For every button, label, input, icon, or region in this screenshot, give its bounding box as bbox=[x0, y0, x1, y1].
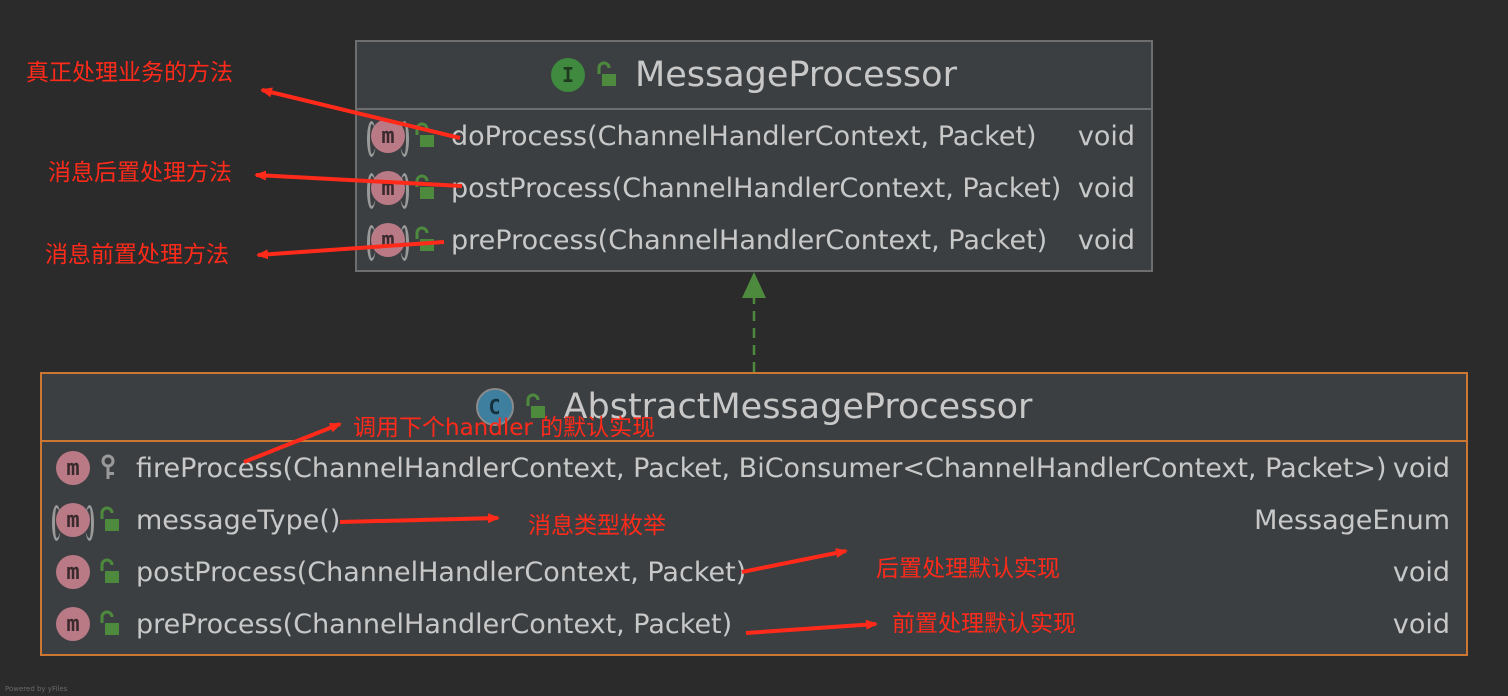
method-icon: m bbox=[56, 451, 90, 485]
interface-box-message-processor[interactable]: I MessageProcessor m doProcess(ChannelHa… bbox=[355, 40, 1153, 272]
annotation-post-process: 消息后置处理方法 bbox=[48, 160, 232, 186]
abstract-method-icon: m bbox=[367, 223, 409, 261]
unlocked-public-icon bbox=[415, 226, 434, 251]
method-signature: preProcess(ChannelHandlerContext, Packet… bbox=[136, 608, 733, 640]
unlocked-public-icon bbox=[415, 122, 434, 147]
method-row[interactable]: m preProcess(ChannelHandlerContext, Pack… bbox=[42, 598, 1466, 650]
unlocked-public-icon bbox=[100, 558, 119, 583]
method-return-type: void bbox=[1392, 556, 1450, 588]
unlocked-public-icon bbox=[100, 506, 119, 531]
method-return-type: void bbox=[1077, 224, 1135, 256]
method-icon: m bbox=[56, 607, 90, 641]
method-row[interactable]: m preProcess(ChannelHandlerContext, Pack… bbox=[357, 214, 1151, 266]
method-signature: postProcess(ChannelHandlerContext, Packe… bbox=[136, 556, 747, 588]
method-return-type: void bbox=[1392, 608, 1450, 640]
unlocked-public-icon bbox=[415, 174, 434, 199]
method-row[interactable]: m postProcess(ChannelHandlerContext, Pac… bbox=[42, 546, 1466, 598]
method-return-type: void bbox=[1077, 120, 1135, 152]
annotation-post-default: 后置处理默认实现 bbox=[876, 556, 1060, 582]
interface-title: MessageProcessor bbox=[635, 55, 957, 95]
annotation-message-type: 消息类型枚举 bbox=[528, 513, 666, 539]
abstract-method-icon: m bbox=[367, 171, 409, 209]
unlocked-public-icon bbox=[597, 61, 616, 86]
powered-by-footer: Powered by yFiles bbox=[5, 685, 68, 693]
annotation-do-process: 真正处理业务的方法 bbox=[26, 60, 233, 86]
realization-arrowhead bbox=[742, 272, 766, 298]
method-signature: fireProcess(ChannelHandlerContext, Packe… bbox=[136, 452, 1387, 484]
method-signature: messageType() bbox=[136, 504, 341, 536]
class-header: C AbstractMessageProcessor bbox=[42, 374, 1466, 442]
method-row[interactable]: m postProcess(ChannelHandlerContext, Pac… bbox=[357, 162, 1151, 214]
method-signature: postProcess(ChannelHandlerContext, Packe… bbox=[451, 172, 1062, 204]
unlocked-public-icon bbox=[100, 610, 119, 635]
method-return-type: void bbox=[1077, 172, 1135, 204]
method-return-type: void bbox=[1392, 452, 1450, 484]
key-protected-icon bbox=[101, 454, 115, 479]
annotation-pre-process: 消息前置处理方法 bbox=[45, 242, 229, 268]
abstract-method-icon: m bbox=[52, 503, 94, 541]
interface-icon: I bbox=[551, 58, 585, 92]
method-return-type: MessageEnum bbox=[1254, 504, 1450, 536]
method-icon: m bbox=[56, 555, 90, 589]
annotation-fire-process: 调用下个handler 的默认实现 bbox=[353, 415, 656, 441]
method-row[interactable]: m fireProcess(ChannelHandlerContext, Pac… bbox=[42, 442, 1466, 494]
method-row[interactable]: m messageType() MessageEnum bbox=[42, 494, 1466, 546]
class-box-abstract-message-processor[interactable]: C AbstractMessageProcessor m fireProcess… bbox=[40, 372, 1468, 656]
interface-header: I MessageProcessor bbox=[357, 42, 1151, 110]
method-signature: preProcess(ChannelHandlerContext, Packet… bbox=[451, 224, 1048, 256]
method-signature: doProcess(ChannelHandlerContext, Packet) bbox=[451, 120, 1037, 152]
method-row[interactable]: m doProcess(ChannelHandlerContext, Packe… bbox=[357, 110, 1151, 162]
abstract-method-icon: m bbox=[367, 119, 409, 157]
annotation-pre-default: 前置处理默认实现 bbox=[892, 611, 1076, 637]
